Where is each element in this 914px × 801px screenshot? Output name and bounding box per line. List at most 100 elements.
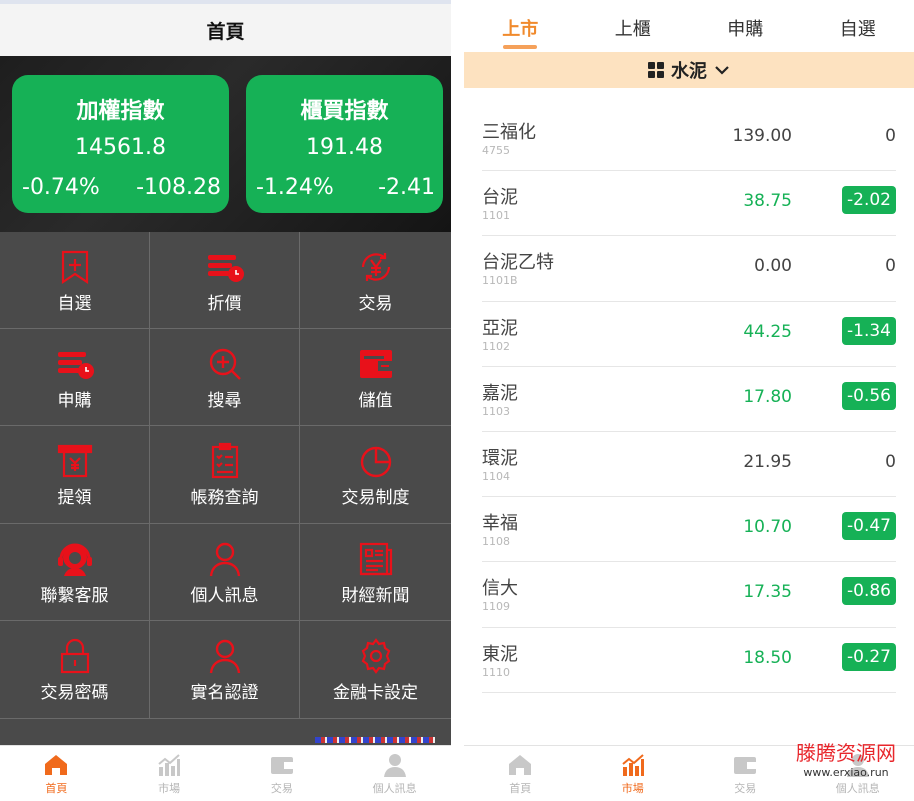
stock-list: 三福化 4755 139.00 0 台泥 1101 38.75 -2.02 台泥乙特 1101B 0… — [482, 106, 896, 693]
stock-price: 17.80 — [743, 386, 792, 407]
tab-watchlist[interactable]: 自選 — [802, 4, 914, 52]
menu-item-finance-news[interactable]: 財經新聞 — [300, 524, 451, 621]
menu-item-label: 實名認證 — [190, 683, 259, 703]
stack-clock-icon — [57, 351, 94, 379]
watermark: 滕腾资源网 www.erxiao.run — [796, 737, 896, 779]
index-card-taiex[interactable]: 加權指數 14561.8 -0.74% -108.28 — [12, 75, 229, 213]
tab-listed[interactable]: 上市 — [464, 4, 577, 52]
stock-row[interactable]: 幸福 1108 10.70 -0.47 — [482, 497, 896, 563]
wallet-icon — [734, 756, 757, 774]
stock-row[interactable]: 信大 1109 17.35 -0.86 — [482, 562, 896, 628]
stock-name: 幸福 — [482, 513, 518, 535]
stock-price: 44.25 — [743, 321, 792, 342]
stock-change: 0 — [885, 256, 896, 277]
gear-icon — [361, 638, 390, 674]
tab-label: 首頁 — [509, 781, 532, 795]
tab-subscription[interactable]: 申購 — [689, 4, 802, 52]
stock-row[interactable]: 環泥 1104 21.95 0 — [482, 432, 896, 498]
stock-price: 21.95 — [743, 451, 792, 472]
stock-row[interactable]: 嘉泥 1103 17.80 -0.56 — [482, 367, 896, 432]
grid-icon — [648, 62, 664, 78]
menu-item-personal-info[interactable]: 個人訊息 — [150, 524, 300, 621]
menu-item-label: 交易制度 — [341, 488, 410, 508]
tab-label: 交易 — [270, 781, 293, 795]
market-tabs: 上市 上櫃 申購 自選 — [464, 4, 914, 52]
stock-code: 1101B — [482, 274, 518, 288]
tab-label: 市場 — [158, 781, 181, 795]
menu-item-label: 自選 — [57, 293, 92, 314]
menu-item-label: 折價 — [207, 293, 242, 314]
index-card-otc[interactable]: 櫃買指數 191.48 -1.24% -2.41 — [246, 75, 443, 213]
index-change: -2.41 — [378, 175, 435, 200]
stock-code: 1101 — [482, 209, 510, 223]
stock-name: 信大 — [482, 578, 518, 600]
tab-trade[interactable]: 交易 — [226, 746, 339, 801]
index-value: 14561.8 — [75, 135, 166, 160]
wallet-icon — [270, 756, 293, 774]
ad-marquee — [315, 737, 435, 743]
stock-name: 亞泥 — [482, 317, 518, 339]
menu-item-identity-verification[interactable]: 實名認證 — [150, 621, 300, 719]
index-name: 加權指數 — [76, 99, 165, 124]
stock-price: 17.35 — [743, 582, 792, 603]
yen-cycle-icon — [361, 252, 390, 281]
tab-otc[interactable]: 上櫃 — [577, 4, 690, 52]
menu-item-account-query[interactable]: 帳務查詢 — [150, 426, 300, 524]
chart-icon — [158, 753, 181, 776]
menu-item-trade-password[interactable]: 交易密碼 — [0, 621, 150, 719]
index-value: 191.48 — [306, 135, 383, 160]
bookmark-plus-icon — [61, 250, 88, 284]
menu-item-withdraw[interactable]: 提領 — [0, 426, 150, 524]
menu-item-discount[interactable]: 折價 — [150, 232, 300, 329]
bottom-strip — [0, 719, 451, 745]
wallet-icon — [359, 349, 392, 378]
stock-price: 0.00 — [754, 256, 792, 277]
menu-item-card-settings[interactable]: 金融卡設定 — [300, 621, 451, 719]
bottom-tab-bar: 首頁 市場 交易 個人訊息 — [0, 745, 451, 801]
menu-item-trade[interactable]: 交易 — [300, 232, 451, 329]
menu-item-label: 金融卡設定 — [333, 683, 418, 703]
document-check-icon — [211, 442, 238, 479]
search-icon — [209, 348, 241, 380]
stock-price: 139.00 — [732, 126, 792, 146]
page-title: 首頁 — [0, 4, 451, 56]
stock-price: 10.70 — [743, 517, 792, 538]
home-screen: 首頁 加權指數 14561.8 -0.74% -108.28 櫃買指數 191.… — [0, 0, 451, 801]
menu-item-watchlist[interactable]: 自選 — [0, 232, 150, 329]
menu-item-label: 申購 — [57, 390, 92, 411]
tab-home[interactable]: 首頁 — [464, 746, 577, 801]
stock-change: 0 — [885, 126, 896, 146]
tab-home[interactable]: 首頁 — [0, 746, 113, 801]
stock-name: 嘉泥 — [482, 382, 518, 404]
index-change: -108.28 — [136, 175, 221, 200]
menu-item-customer-service[interactable]: 聯繫客服 — [0, 524, 150, 621]
menu-item-trading-rules[interactable]: 交易制度 — [300, 426, 451, 524]
tab-label: 個人訊息 — [372, 781, 417, 795]
menu-item-subscribe[interactable]: 申購 — [0, 329, 150, 426]
stock-change: -0.86 — [842, 577, 896, 606]
menu-item-search[interactable]: 搜尋 — [150, 329, 300, 426]
stock-price: 38.75 — [743, 191, 792, 212]
tab-market[interactable]: 市場 — [113, 746, 226, 801]
stock-row[interactable]: 台泥 1101 38.75 -2.02 — [482, 171, 896, 237]
menu-item-label: 交易 — [358, 293, 393, 314]
tab-label: 市場 — [621, 781, 644, 795]
stock-row[interactable]: 三福化 4755 139.00 0 — [482, 106, 896, 172]
stock-row[interactable]: 亞泥 1102 44.25 -1.34 — [482, 302, 896, 367]
chevron-down-icon — [715, 66, 729, 75]
tab-profile[interactable]: 個人訊息 — [338, 746, 451, 801]
stock-row[interactable]: 東泥 1110 18.50 -0.27 — [482, 628, 896, 693]
tab-market[interactable]: 市場 — [577, 746, 690, 801]
support-icon — [57, 543, 92, 576]
index-percent: -0.74% — [22, 175, 100, 200]
menu-item-deposit[interactable]: 儲值 — [300, 329, 451, 426]
index-percent: -1.24% — [256, 175, 334, 200]
tab-label: 個人訊息 — [835, 781, 880, 795]
stock-row[interactable]: 台泥乙特 1101B 0.00 0 — [482, 236, 896, 302]
stock-name: 環泥 — [482, 447, 518, 469]
tab-trade[interactable]: 交易 — [689, 746, 802, 801]
menu-grid: 自選 折價 交易 申購 搜尋 儲值 提領 帳務查詢 交易制度 聯繫客服 個人訊息… — [0, 232, 451, 719]
stock-name: 東泥 — [482, 643, 518, 665]
stock-code: 1109 — [482, 600, 510, 614]
sector-selector[interactable]: 水泥 — [464, 52, 914, 88]
